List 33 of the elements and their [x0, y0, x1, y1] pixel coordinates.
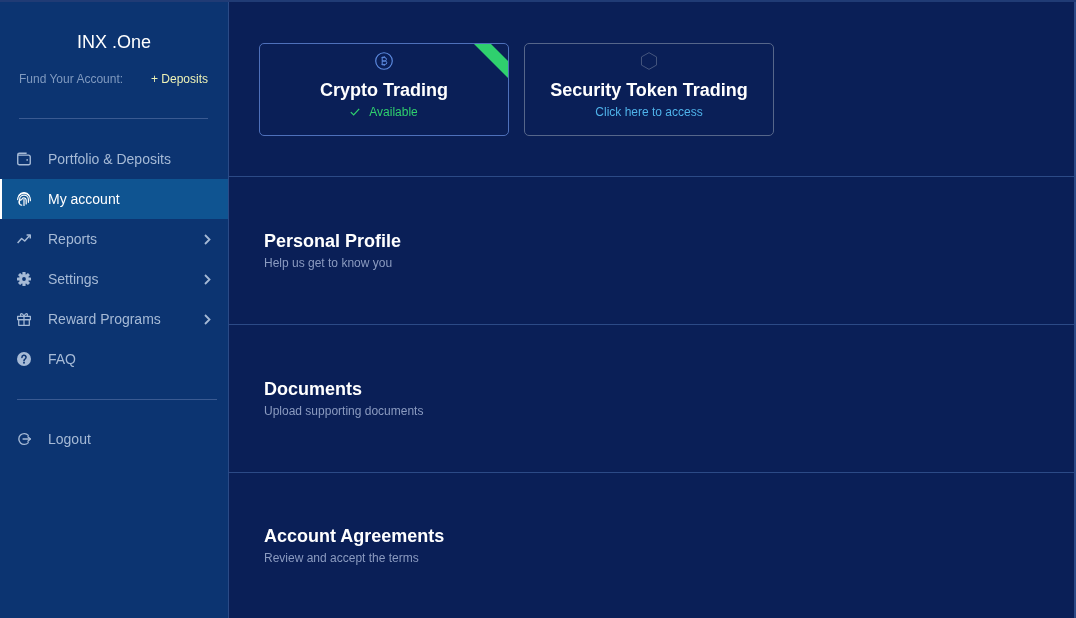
gear-icon [17, 272, 31, 286]
brand-title: INX .One [76, 31, 152, 54]
nav-item[interactable]: Settings [0, 259, 228, 299]
access-link[interactable]: Click here to access [595, 104, 703, 120]
corner-ribbon-icon [474, 44, 508, 78]
logout-icon [17, 432, 31, 446]
section-subtitle: Help us get to know you [264, 255, 393, 271]
check-icon [350, 108, 361, 116]
section-title: Personal Profile [264, 230, 402, 252]
fund-label: Fund Your Account: [19, 71, 124, 87]
nav-item[interactable]: My account [0, 179, 228, 219]
gift-icon [17, 312, 31, 326]
deposits-link[interactable]: + Deposits [150, 71, 208, 87]
wallet-icon [17, 152, 31, 166]
hexagon-icon [640, 52, 658, 70]
nav-item[interactable]: FAQ [0, 339, 228, 379]
status-label: Available [369, 104, 418, 120]
coin-icon [375, 52, 393, 70]
nav-item[interactable]: Reward Programs [0, 299, 228, 339]
help-icon [17, 352, 31, 366]
section-subtitle: Review and accept the terms [264, 550, 419, 566]
card-title: Security Token Trading [550, 79, 748, 101]
fingerprint-icon [17, 192, 31, 206]
trading-card[interactable]: Crypto Trading Available [259, 43, 509, 136]
trading-card[interactable]: Security Token Trading Click here to access [524, 43, 774, 136]
section-subtitle: Upload supporting documents [264, 403, 424, 419]
nav-item[interactable]: Reports [0, 219, 228, 259]
logout-button[interactable]: Logout [0, 419, 228, 459]
card-title: Crypto Trading [320, 79, 448, 101]
trend-line-icon [17, 232, 31, 246]
section-title: Documents [264, 378, 362, 400]
section-title: Account Agreements [264, 525, 445, 547]
nav-item[interactable]: Portfolio & Deposits [0, 139, 228, 179]
